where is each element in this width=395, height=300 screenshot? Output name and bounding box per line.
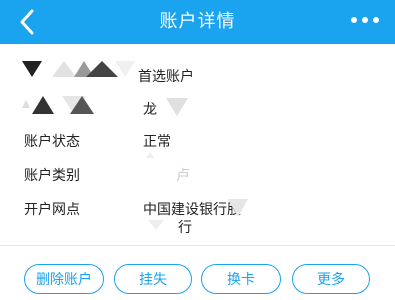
more-button[interactable]: 更多 xyxy=(292,264,370,294)
primary-account-tag: 首选账户 xyxy=(138,69,194,85)
report-loss-button[interactable]: 挂失 xyxy=(114,264,192,294)
account-type-value: 卢 xyxy=(176,168,190,184)
account-type-label: 账户类别 xyxy=(24,168,80,184)
status-label: 账户状态 xyxy=(24,134,80,150)
top-navigation-bar: 账户详情 xyxy=(0,0,395,44)
status-value: 正常 xyxy=(143,134,171,150)
account-holder-name: 龙 xyxy=(143,102,157,118)
divider xyxy=(0,245,395,246)
masked-name-part xyxy=(166,98,188,116)
branch-label: 开户网点 xyxy=(24,202,80,218)
branch-value-line1: 中国建设银行股 xyxy=(143,202,241,218)
branch-value-line2: 行 xyxy=(178,220,192,236)
replace-card-button[interactable]: 换卡 xyxy=(201,264,281,294)
account-details: 首选账户 龙 账户状态 正常 账户类别 卢 开户网点 中国建设银行股 行 删除账… xyxy=(0,44,395,300)
more-dots-icon xyxy=(351,17,357,23)
delete-account-button[interactable]: 删除账户 xyxy=(24,264,104,294)
page-title: 账户详情 xyxy=(159,11,236,32)
more-options-button[interactable] xyxy=(349,10,381,34)
masked-detail xyxy=(146,152,154,158)
masked-branch-part xyxy=(228,199,248,217)
